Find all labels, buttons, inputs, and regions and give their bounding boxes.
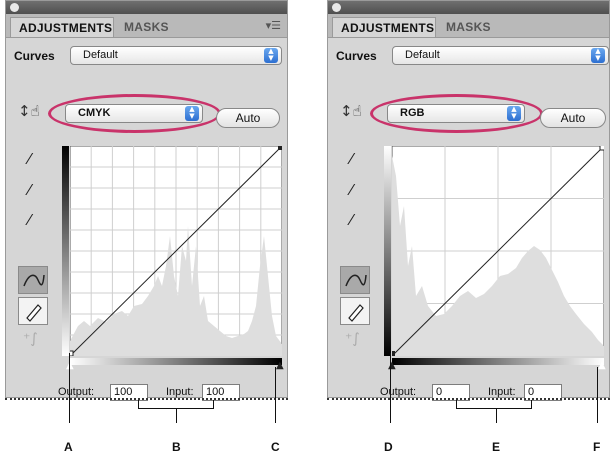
eyedropper-gray-icon[interactable]: ⁄ xyxy=(28,181,31,199)
panel-cut-line xyxy=(327,398,610,400)
output-label: Output: xyxy=(380,386,417,398)
curves-label: Curves xyxy=(336,49,377,63)
input-label: Input: xyxy=(166,386,194,398)
preset-value: Default xyxy=(405,49,440,61)
input-gradient xyxy=(70,358,282,365)
callout-leader-e xyxy=(496,408,497,423)
preset-select[interactable]: Default ▲ ▼ xyxy=(70,46,282,65)
callout-leader-d xyxy=(390,353,391,423)
callout-bracket-b-right xyxy=(213,400,214,408)
channel-value: RGB xyxy=(400,107,425,119)
select-arrows-icon: ▲ ▼ xyxy=(264,48,278,63)
callout-e: E xyxy=(492,440,501,454)
tab-masks[interactable]: MASKS xyxy=(116,17,177,37)
auto-button[interactable]: Auto xyxy=(216,108,280,128)
curves-label: Curves xyxy=(14,49,55,63)
adjustments-panel-rgb: ADJUSTMENTS MASKS Curves Default ▲ ▼ ↕☝ R… xyxy=(327,0,610,401)
select-arrows-icon: ▲ ▼ xyxy=(507,106,521,121)
callout-bracket-e-left xyxy=(456,400,457,408)
eyedropper-gray-icon[interactable]: ⁄ xyxy=(350,181,353,199)
close-icon[interactable] xyxy=(332,3,341,12)
tab-masks[interactable]: MASKS xyxy=(438,17,499,37)
callout-leader-b xyxy=(176,408,177,423)
channel-select[interactable]: RGB ▲ ▼ xyxy=(387,104,525,123)
output-gradient xyxy=(62,146,69,356)
panel-titlebar[interactable] xyxy=(328,1,609,14)
white-point-slider-icon[interactable]: ▲ xyxy=(598,360,606,371)
curve-point-icon[interactable] xyxy=(340,266,370,294)
input-label: Input: xyxy=(488,386,516,398)
callout-leader-a xyxy=(69,353,70,423)
curves-graph[interactable] xyxy=(70,146,282,356)
callout-f: F xyxy=(593,440,601,454)
callout-leader-c xyxy=(275,367,276,423)
black-point-slider-icon[interactable]: ▲ xyxy=(276,360,284,371)
callout-bracket-e xyxy=(456,408,532,409)
callout-b: B xyxy=(172,440,181,454)
output-gradient xyxy=(384,146,391,356)
callout-bracket-b-left xyxy=(138,400,139,408)
select-arrows-icon: ▲ ▼ xyxy=(185,106,199,121)
close-icon[interactable] xyxy=(10,3,19,12)
callout-d: D xyxy=(384,440,393,454)
panel-titlebar[interactable] xyxy=(6,1,287,14)
hand-target-icon[interactable]: ↕☝ xyxy=(340,102,362,120)
callout-bracket-e-right xyxy=(531,400,532,408)
input-gradient xyxy=(392,358,604,365)
curves-graph[interactable] xyxy=(392,146,604,356)
output-label: Output: xyxy=(58,386,95,398)
callout-leader-f xyxy=(597,367,598,423)
smooth-curve-icon: ⁺∫ xyxy=(345,331,360,347)
panel-tabs: ADJUSTMENTS MASKS xyxy=(328,14,609,38)
tab-adjustments[interactable]: ADJUSTMENTS xyxy=(10,17,114,37)
callout-bracket-b xyxy=(138,408,214,409)
callout-a: A xyxy=(64,440,73,454)
panel-menu-icon[interactable]: ▾☰ xyxy=(266,19,281,32)
hand-target-icon[interactable]: ↕☝ xyxy=(18,102,40,120)
panel-tabs: ADJUSTMENTS MASKS ▾☰ xyxy=(6,14,287,38)
channel-value: CMYK xyxy=(78,107,111,119)
eyedropper-white-icon[interactable]: ⁄ xyxy=(350,211,353,229)
preset-value: Default xyxy=(83,49,118,61)
eyedropper-black-icon[interactable]: ⁄ xyxy=(350,150,353,168)
eyedropper-white-icon[interactable]: ⁄ xyxy=(28,211,31,229)
channel-select[interactable]: CMYK ▲ ▼ xyxy=(65,104,203,123)
panel-cut-line xyxy=(5,398,288,400)
smooth-curve-icon: ⁺∫ xyxy=(23,331,38,347)
callout-c: C xyxy=(271,440,280,454)
pencil-icon[interactable] xyxy=(340,297,370,325)
preset-select[interactable]: Default ▲ ▼ xyxy=(392,46,609,65)
curve-point-icon[interactable] xyxy=(18,266,48,294)
tab-adjustments[interactable]: ADJUSTMENTS xyxy=(332,17,436,37)
eyedropper-black-icon[interactable]: ⁄ xyxy=(28,150,31,168)
auto-button[interactable]: Auto xyxy=(540,108,606,128)
adjustments-panel-cmyk: ADJUSTMENTS MASKS ▾☰ Curves Default ▲ ▼ ↕… xyxy=(5,0,288,401)
select-arrows-icon: ▲ ▼ xyxy=(591,48,605,63)
pencil-icon[interactable] xyxy=(18,297,48,325)
